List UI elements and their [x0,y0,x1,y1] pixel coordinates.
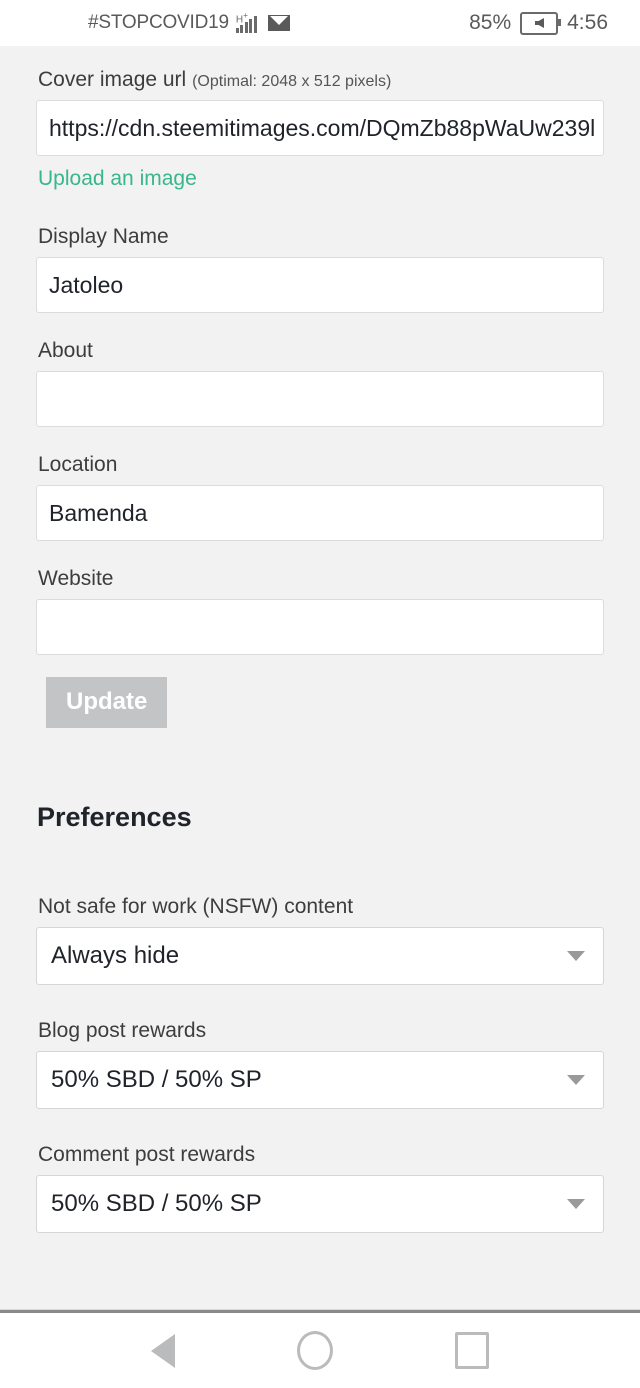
status-bar-right: 85% 4:56 [469,11,608,35]
comment-rewards-select[interactable]: 50% SBD / 50% SP [36,1175,604,1233]
blog-rewards-label: Blog post rewards [38,1019,207,1042]
cover-image-label: Cover image url (Optimal: 2048 x 512 pix… [36,68,604,100]
comment-rewards-select-value: 50% SBD / 50% SP [51,1190,262,1217]
blog-rewards-select[interactable]: 50% SBD / 50% SP [36,1051,604,1109]
status-bar: #STOPCOVID19 H+ 85% 4:56 [0,0,640,46]
nsfw-field-group: Not safe for work (NSFW) content Always … [36,895,604,985]
comment-rewards-field-group: Comment post rewards 50% SBD / 50% SP [36,1143,604,1233]
settings-page: Cover image url (Optimal: 2048 x 512 pix… [0,46,640,1309]
location-field-group: Location Bamenda [36,453,604,541]
nsfw-label: Not safe for work (NSFW) content [38,895,354,918]
clock-label: 4:56 [567,11,608,34]
nsfw-select-value: Always hide [51,942,180,969]
back-icon[interactable] [151,1333,175,1368]
about-field-group: About [36,339,604,427]
website-label: Website [38,567,114,590]
signal-bars-h-plus-icon: H+ [235,10,257,33]
location-input[interactable]: Bamenda [36,485,604,541]
blog-rewards-field-group: Blog post rewards 50% SBD / 50% SP [36,1019,604,1109]
cover-image-input[interactable]: https://cdn.steemitimages.com/DQmZb88pWa… [36,100,604,156]
update-button[interactable]: Update [46,677,168,728]
preferences-title: Preferences [37,802,192,832]
cover-image-hint: (Optimal: 2048 x 512 pixels) [192,73,392,90]
battery-charging-icon [520,11,562,35]
carrier-label: #STOPCOVID19 [88,12,229,33]
cover-image-label-text: Cover image url [38,68,187,91]
envelope-icon [267,15,290,31]
blog-rewards-select-value: 50% SBD / 50% SP [51,1066,262,1093]
display-name-field-group: Display Name Jatoleo [36,225,604,313]
location-label: Location [38,453,118,476]
chevron-down-icon [567,951,585,961]
website-field-group: Website [36,567,604,655]
battery-percent-label: 85% [469,11,512,34]
upload-image-link[interactable]: Upload an image [36,156,197,191]
chevron-down-icon [567,1075,585,1085]
about-input[interactable] [36,371,604,427]
comment-rewards-label: Comment post rewards [38,1143,256,1166]
nsfw-select[interactable]: Always hide [36,927,604,985]
recents-icon[interactable] [455,1332,489,1369]
display-name-label: Display Name [38,225,169,248]
chevron-down-icon [567,1199,585,1209]
website-input[interactable] [36,599,604,655]
home-icon[interactable] [297,1331,333,1370]
status-bar-left: #STOPCOVID19 H+ [88,10,290,34]
android-navigation-bar [0,1313,640,1388]
cover-image-field-group: Cover image url (Optimal: 2048 x 512 pix… [36,68,604,191]
about-label: About [38,339,93,362]
display-name-input[interactable]: Jatoleo [36,257,604,313]
